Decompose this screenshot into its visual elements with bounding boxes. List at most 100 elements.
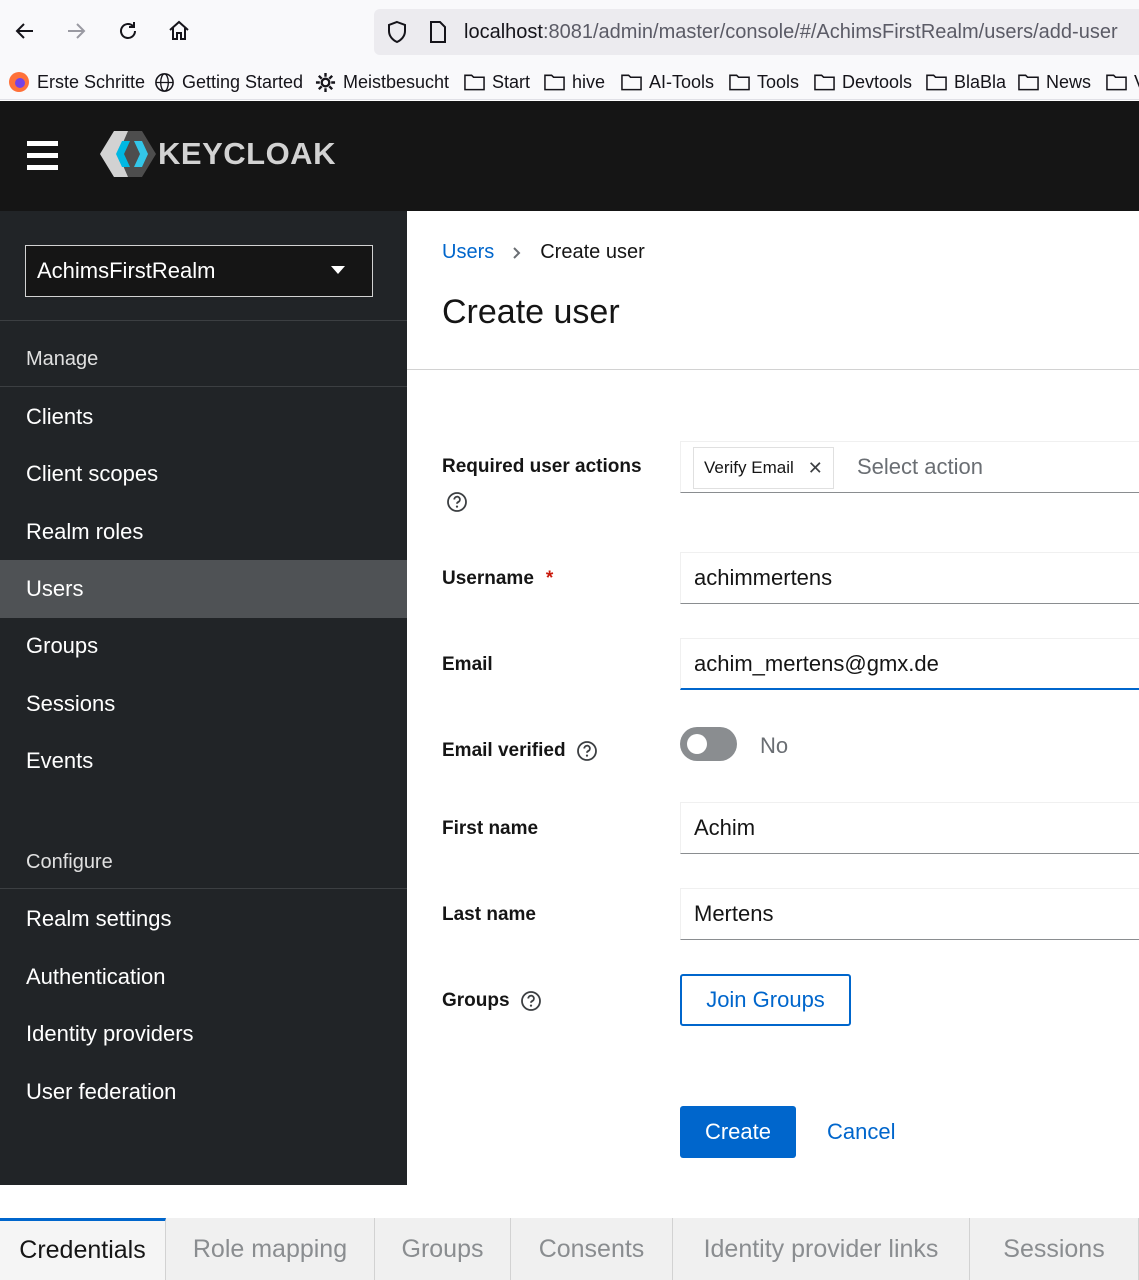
sidebar-item-realm-roles[interactable]: Realm roles: [0, 503, 407, 561]
bookmark-label: Getting Started: [182, 71, 304, 92]
folder-icon: [814, 74, 835, 91]
email-verified-toggle[interactable]: [680, 727, 737, 761]
bookmark-meistbesucht[interactable]: Meistbesucht: [315, 70, 449, 94]
breadcrumb-users-link[interactable]: Users: [442, 241, 494, 264]
sidebar-item-sessions[interactable]: Sessions: [0, 675, 407, 733]
required-indicator: *: [545, 568, 554, 589]
first-name-input[interactable]: Achim: [680, 802, 1139, 854]
bookmark-news[interactable]: News: [1018, 70, 1091, 94]
folder-icon: [729, 74, 750, 91]
email-label-text: Email: [442, 654, 493, 675]
join-groups-button[interactable]: Join Groups: [680, 974, 851, 1026]
url-text[interactable]: localhost:8081/admin/master/console/#/Ac…: [464, 21, 1118, 44]
sidebar-item-authentication[interactable]: Authentication: [0, 948, 407, 1006]
last-name-input[interactable]: Mertens: [680, 888, 1139, 940]
groups-label: Groups: [442, 990, 542, 1012]
back-button[interactable]: [8, 14, 42, 48]
nav-section-configure: Configure: [26, 851, 113, 873]
last-name-label-text: Last name: [442, 904, 536, 925]
username-input[interactable]: achimmertens: [680, 552, 1139, 604]
realm-name: AchimsFirstRealm: [37, 258, 216, 283]
sidebar-item-users[interactable]: Users: [0, 560, 407, 618]
folder-icon: [1106, 74, 1127, 91]
bookmark-ai-tools[interactable]: AI-Tools: [621, 70, 714, 94]
close-icon[interactable]: ✕: [808, 458, 823, 479]
sidebar-item-groups[interactable]: Groups: [0, 617, 407, 675]
tab-sessions[interactable]: Sessions: [970, 1218, 1139, 1280]
gear-icon: [315, 72, 336, 92]
realm-selector[interactable]: AchimsFirstRealm: [25, 245, 373, 297]
url-path: :8081/admin/master/console/#/AchimsFirst…: [542, 21, 1118, 43]
bookmark-label: Devtools: [842, 71, 913, 92]
help-icon[interactable]: [576, 740, 598, 762]
bookmark-devtools[interactable]: Devtools: [814, 70, 912, 94]
firefox-icon: [9, 72, 29, 92]
groups-label-text: Groups: [442, 990, 510, 1011]
bookmark-tools[interactable]: Tools: [729, 70, 799, 94]
email-input[interactable]: achim_mertens@gmx.de: [680, 638, 1139, 690]
sidebar-item-user-federation[interactable]: User federation: [0, 1063, 407, 1121]
bookmark-label: AI-Tools: [649, 71, 715, 92]
bookmark-blabla[interactable]: BlaBla: [926, 70, 1006, 94]
last-name-label: Last name: [442, 904, 536, 926]
sidebar-item-realm-settings[interactable]: Realm settings: [0, 890, 407, 948]
username-label: Username *: [442, 568, 553, 590]
tab-role-mapping[interactable]: Role mapping: [166, 1218, 375, 1280]
sidebar-divider: [0, 888, 407, 889]
breadcrumb: Users Create user: [442, 241, 645, 264]
sidebar-item-clients[interactable]: Clients: [0, 388, 407, 446]
reload-button[interactable]: [111, 14, 145, 48]
folder-icon: [926, 74, 947, 91]
sidebar-divider: [0, 386, 407, 387]
folder-icon: [621, 74, 642, 91]
tab-identity-provider-links[interactable]: Identity provider links: [673, 1218, 970, 1280]
toggle-knob: [687, 734, 707, 754]
keycloak-logo-icon: [100, 131, 156, 177]
tab-consents[interactable]: Consents: [511, 1218, 673, 1280]
keycloak-logo[interactable]: KEYCLOAK: [100, 129, 336, 179]
page-icon[interactable]: [428, 20, 448, 44]
help-icon[interactable]: [520, 990, 542, 1012]
required-actions-select[interactable]: Verify Email ✕ Select action: [680, 441, 1139, 493]
bookmark-erste-schritte[interactable]: Erste Schritte: [8, 70, 145, 94]
masthead: KEYCLOAK: [0, 101, 1139, 211]
bookmark-label: News: [1046, 71, 1092, 92]
email-verified-label-text: Email verified: [442, 740, 566, 761]
sidebar-item-events[interactable]: Events: [0, 732, 407, 790]
globe-icon: [155, 72, 174, 92]
arrow-right-icon: [68, 23, 86, 39]
home-icon: [169, 20, 189, 40]
tab-credentials[interactable]: Credentials: [0, 1218, 166, 1280]
email-verified-label: Email verified: [442, 740, 598, 762]
sidebar-item-client-scopes[interactable]: Client scopes: [0, 445, 407, 503]
user-tabs: Credentials Role mapping Groups Consents…: [0, 1218, 1139, 1280]
cancel-button[interactable]: Cancel: [827, 1106, 895, 1158]
bookmark-v[interactable]: V: [1106, 70, 1139, 94]
email-label: Email: [442, 654, 493, 676]
forward-button[interactable]: [59, 14, 93, 48]
required-actions-label-text: Required user actions: [442, 456, 642, 477]
bookmark-getting-started[interactable]: Getting Started: [154, 70, 303, 94]
shield-icon[interactable]: [386, 20, 408, 44]
bookmark-hive[interactable]: hive: [544, 70, 605, 94]
chevron-right-icon: [513, 246, 521, 259]
tab-groups[interactable]: Groups: [375, 1218, 511, 1280]
bookmark-label: Erste Schritte: [37, 71, 146, 92]
home-button[interactable]: [162, 14, 196, 48]
bookmark-label: Start: [492, 71, 531, 92]
help-icon[interactable]: [446, 491, 468, 513]
create-button[interactable]: Create: [680, 1106, 796, 1158]
title-divider: [407, 369, 1139, 370]
folder-icon: [1018, 74, 1039, 91]
chip-label: Verify Email: [704, 458, 794, 477]
first-name-label: First name: [442, 818, 538, 840]
menu-toggle-button[interactable]: [27, 141, 58, 171]
logo-text: KEYCLOAK: [158, 136, 336, 171]
bookmark-label: Meistbesucht: [343, 71, 450, 92]
arrow-left-icon: [15, 23, 33, 39]
sidebar-item-identity-providers[interactable]: Identity providers: [0, 1005, 407, 1063]
nav-section-manage: Manage: [26, 348, 99, 370]
bookmark-start[interactable]: Start: [464, 70, 530, 94]
address-bar[interactable]: localhost:8081/admin/master/console/#/Ac…: [374, 9, 1139, 55]
select-action-placeholder[interactable]: Select action: [857, 454, 983, 480]
